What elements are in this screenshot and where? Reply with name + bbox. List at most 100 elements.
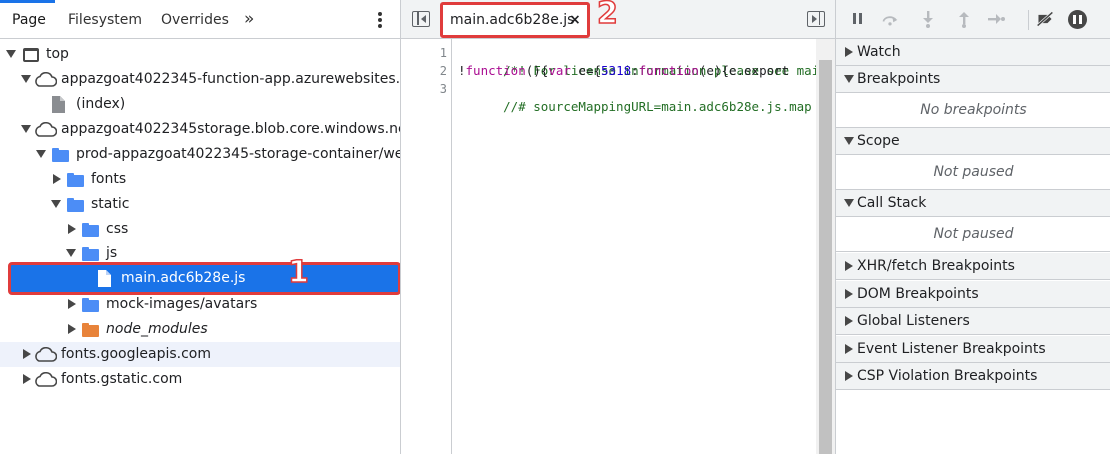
tree-item-top[interactable]: top <box>0 42 400 67</box>
expand-arrow-icon[interactable] <box>51 200 61 208</box>
section-label: Breakpoints <box>857 71 941 87</box>
section-call-stack[interactable]: Call Stack <box>836 190 1110 217</box>
section-watch[interactable]: Watch <box>836 39 1110 66</box>
expand-arrow-icon[interactable] <box>66 249 76 257</box>
toggle-debugger-icon[interactable] <box>807 11 825 27</box>
annotation-callout-1: 1 <box>287 254 309 291</box>
collapse-arrow-icon[interactable] <box>845 47 853 57</box>
collapse-arrow-icon[interactable] <box>68 224 76 234</box>
folder-icon <box>82 323 99 337</box>
folder-icon <box>82 298 99 312</box>
navigator-panel: Page Filesystem Overrides » top appazgoa… <box>0 0 401 454</box>
file-tab-label: main.adc6b28e.js <box>450 12 575 28</box>
tree-item-label: css <box>106 221 129 237</box>
empty-message: No breakpoints <box>920 102 1027 118</box>
code-token: : <box>631 63 639 78</box>
section-xhr-fetch-breakpoints[interactable]: XHR/fetch Breakpoints <box>836 253 1110 280</box>
tab-page[interactable]: Page <box>12 0 46 39</box>
folder-icon <box>67 173 84 187</box>
tree-item-label: prod-appazgoat4022345-storage-container/… <box>76 146 401 162</box>
collapse-arrow-icon[interactable] <box>845 371 853 381</box>
line-number[interactable]: 2 <box>440 62 447 80</box>
tree-item-domain[interactable]: appazgoat4022345-function-app.azurewebsi… <box>0 67 400 92</box>
tree-item-selected-file[interactable]: main.adc6b28e.js <box>8 262 400 295</box>
collapse-arrow-icon[interactable] <box>23 374 31 384</box>
tree-item-label: fonts <box>91 171 127 187</box>
pause-on-exceptions-icon[interactable] <box>1068 10 1087 29</box>
tree-item-label: top <box>46 46 69 62</box>
scope-body: Not paused <box>836 155 1110 190</box>
more-options-icon[interactable] <box>372 10 388 30</box>
code-token: (e){e.export <box>698 63 790 78</box>
tree-item-file[interactable]: (index) <box>0 92 400 117</box>
annotation-callout-2: 2 <box>596 0 618 32</box>
section-label: Event Listener Breakpoints <box>857 341 1046 357</box>
tree-item-folder[interactable]: static <box>0 192 400 217</box>
tree-item-folder[interactable]: mock-images/avatars <box>0 292 400 317</box>
expand-arrow-icon[interactable] <box>844 137 854 145</box>
section-label: XHR/fetch Breakpoints <box>857 258 1015 274</box>
tree-item-domain[interactable]: fonts.gstatic.com <box>0 367 400 392</box>
scrollbar-thumb[interactable] <box>819 60 832 454</box>
expand-arrow-icon[interactable] <box>21 75 31 83</box>
tree-item-label: node_modules <box>106 321 208 337</box>
step-over-icon[interactable] <box>881 10 899 28</box>
toggle-navigator-icon[interactable] <box>412 11 430 27</box>
step-out-icon[interactable] <box>955 10 973 28</box>
tree-item-label: (index) <box>76 96 126 112</box>
expand-arrow-icon[interactable] <box>6 50 16 58</box>
collapse-arrow-icon[interactable] <box>845 289 853 299</box>
cloud-icon <box>35 347 57 362</box>
collapse-arrow-icon[interactable] <box>845 261 853 271</box>
debugger-panel: Watch Breakpoints No breakpoints Scope N… <box>835 0 1110 454</box>
tree-item-label: js <box>106 245 118 261</box>
collapse-arrow-icon[interactable] <box>23 349 31 359</box>
step-icon[interactable] <box>987 10 1005 28</box>
collapse-arrow-icon[interactable] <box>845 316 853 326</box>
deactivate-breakpoints-icon[interactable] <box>1036 10 1054 28</box>
more-tabs-chevron-icon[interactable]: » <box>244 0 254 39</box>
debugger-toolbar <box>836 0 1110 39</box>
line-number[interactable]: 1 <box>440 44 447 62</box>
tree-item-folder[interactable]: prod-appazgoat4022345-storage-container/… <box>0 142 400 167</box>
step-into-icon[interactable] <box>919 10 937 28</box>
editor-file-tab[interactable]: main.adc6b28e.js × <box>440 2 590 38</box>
tree-item-label: appazgoat4022345storage.blob.core.window… <box>61 121 401 137</box>
folder-icon <box>67 198 84 212</box>
tab-overrides[interactable]: Overrides <box>161 0 229 39</box>
tab-filesystem[interactable]: Filesystem <box>68 0 142 39</box>
collapse-arrow-icon[interactable] <box>845 344 853 354</box>
tree-item-label: appazgoat4022345-function-app.azurewebsi… <box>61 71 401 87</box>
tree-item-folder[interactable]: css <box>0 217 400 242</box>
tree-item-domain[interactable]: appazgoat4022345storage.blob.core.window… <box>0 117 400 142</box>
pause-icon[interactable] <box>850 10 868 28</box>
tree-item-folder[interactable]: fonts <box>0 167 400 192</box>
editor-scrollbar[interactable] <box>816 39 835 454</box>
tree-item-folder[interactable]: node_modules <box>0 317 400 342</box>
expand-arrow-icon[interactable] <box>844 75 854 83</box>
folder-icon <box>52 148 69 162</box>
section-breakpoints[interactable]: Breakpoints <box>836 66 1110 93</box>
section-global-listeners[interactable]: Global Listeners <box>836 308 1110 335</box>
collapse-arrow-icon[interactable] <box>68 324 76 334</box>
section-event-listener-breakpoints[interactable]: Event Listener Breakpoints <box>836 336 1110 363</box>
collapse-arrow-icon[interactable] <box>68 299 76 309</box>
editor-tab-bar: main.adc6b28e.js × 2 <box>401 0 835 39</box>
expand-arrow-icon[interactable] <box>21 125 31 133</box>
code-line: !function(){var e={5318:function(e){e.ex… <box>458 62 789 80</box>
line-number[interactable]: 3 <box>440 80 447 98</box>
tree-item-folder[interactable]: js <box>0 241 400 262</box>
section-label: Scope <box>857 133 900 149</box>
expand-arrow-icon[interactable] <box>36 150 46 158</box>
collapse-arrow-icon[interactable] <box>53 174 61 184</box>
code-editor[interactable]: /*! For license information please see m… <box>458 39 818 454</box>
tree-item-domain[interactable]: fonts.googleapis.com <box>0 342 400 367</box>
section-csp-violation-breakpoints[interactable]: CSP Violation Breakpoints <box>836 363 1110 390</box>
section-dom-breakpoints[interactable]: DOM Breakpoints <box>836 281 1110 308</box>
document-icon <box>98 270 111 287</box>
expand-arrow-icon[interactable] <box>844 199 854 207</box>
close-tab-icon[interactable]: × <box>569 5 581 36</box>
code-keyword: function <box>638 63 699 78</box>
section-scope[interactable]: Scope <box>836 128 1110 155</box>
folder-icon <box>82 223 99 237</box>
